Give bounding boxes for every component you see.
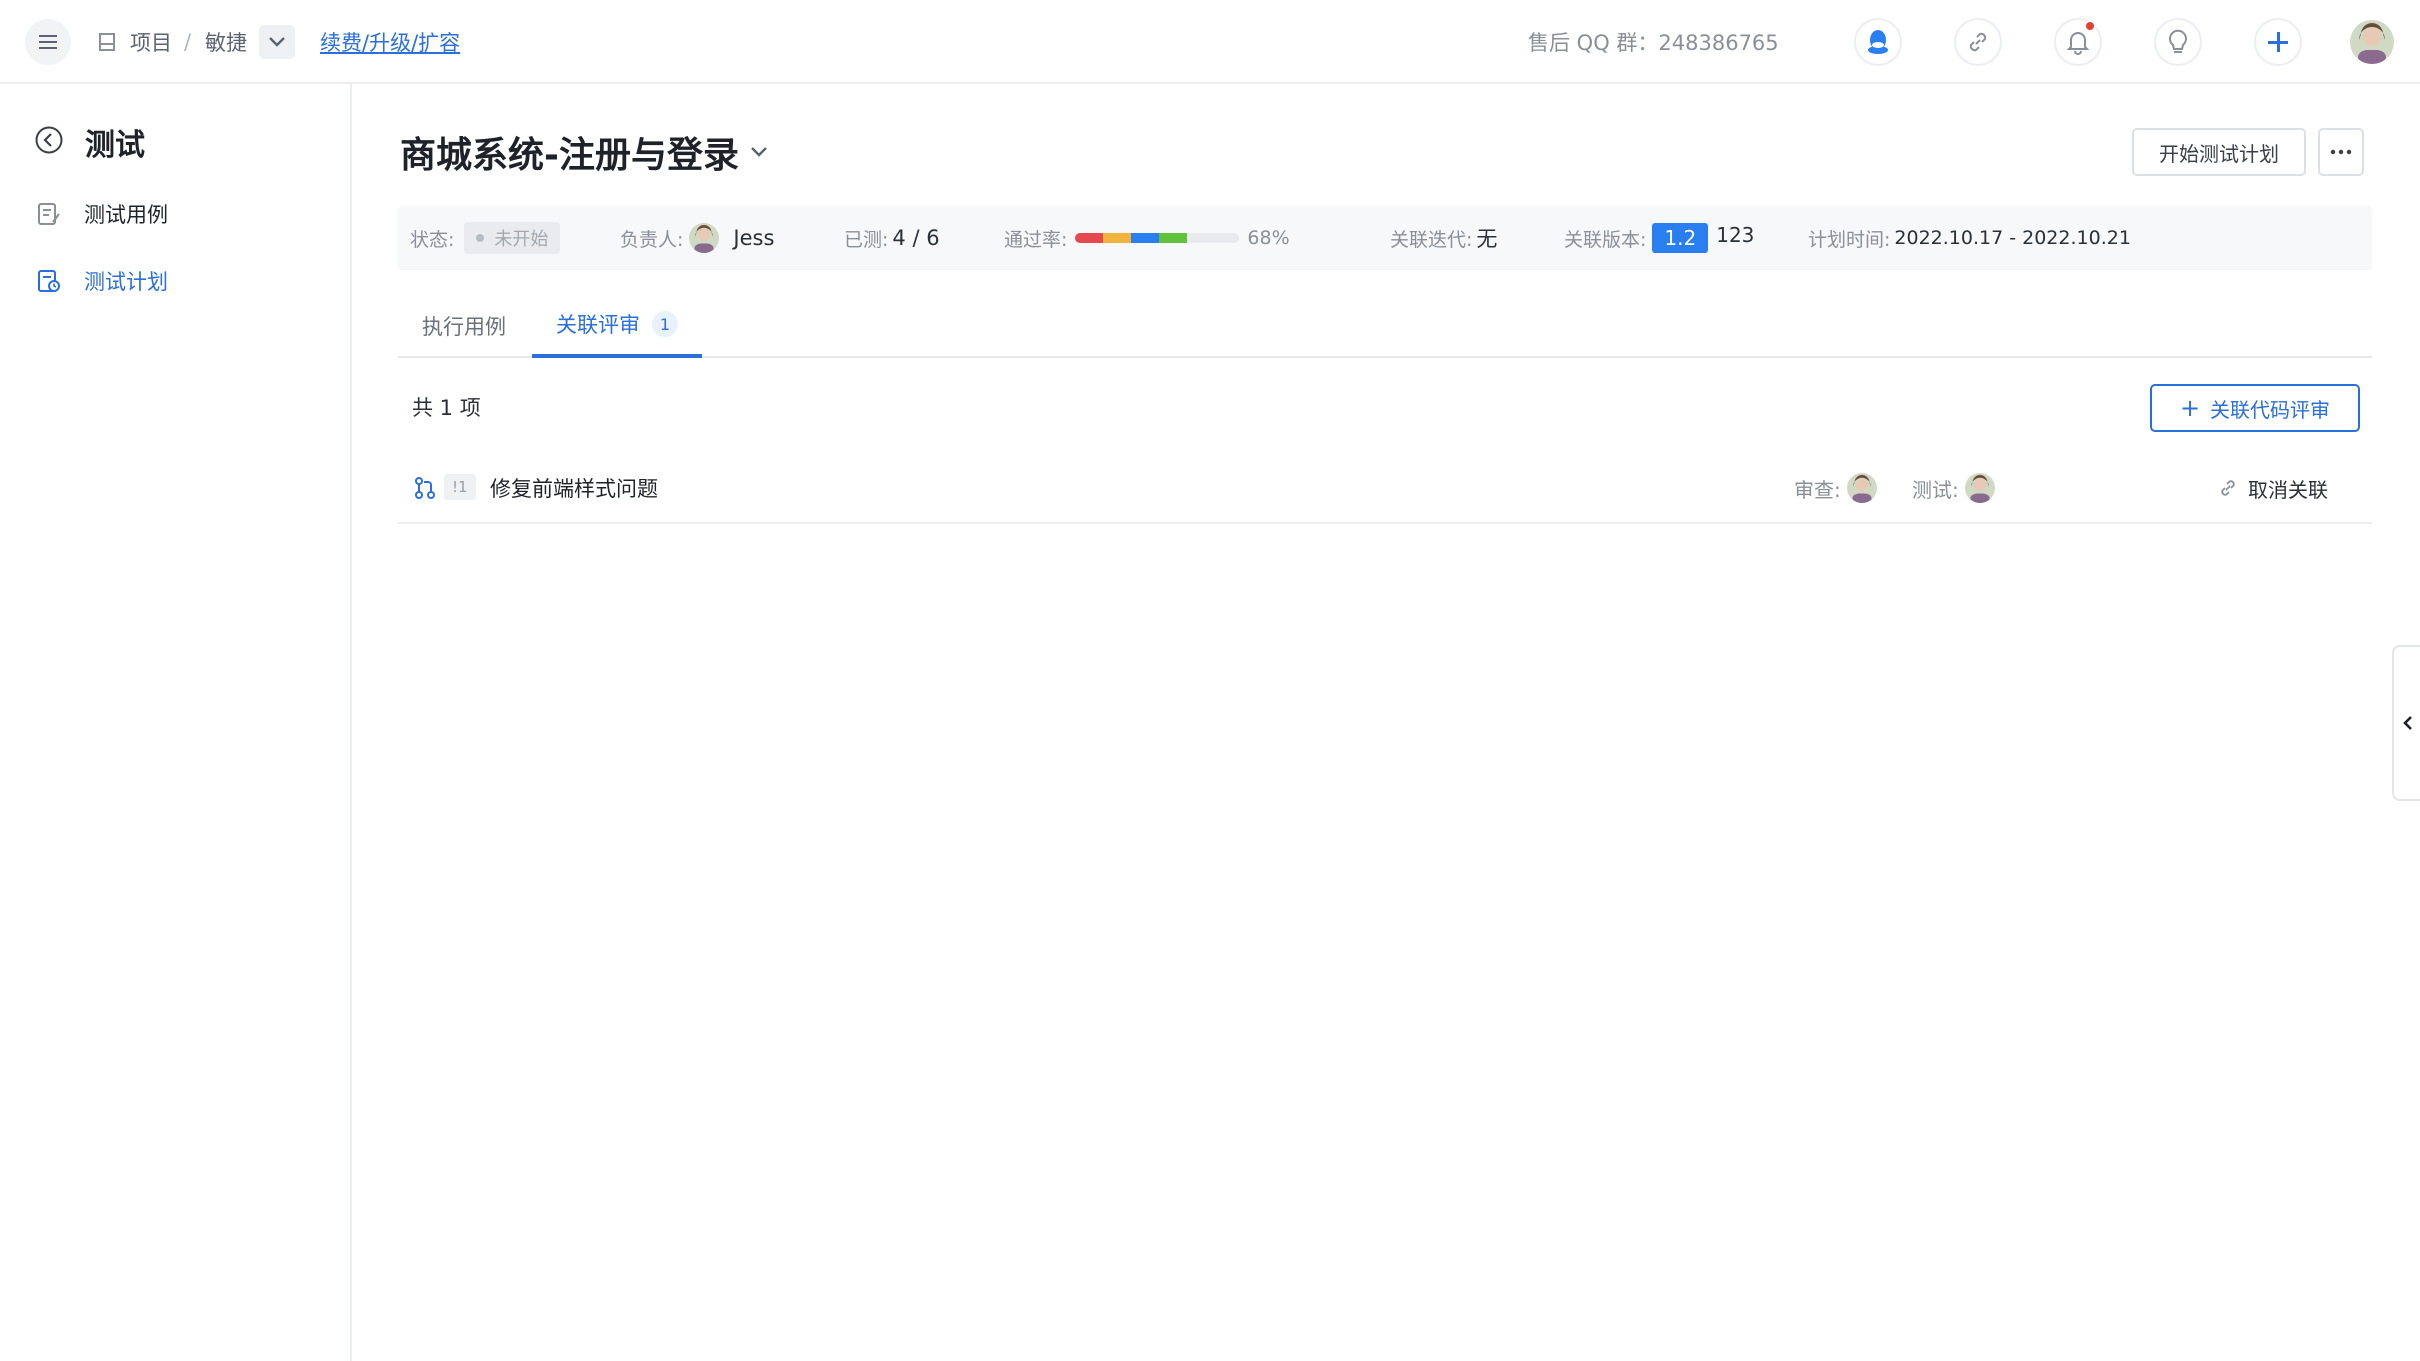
test-plan-icon [38, 270, 60, 292]
main-content: 商城系统-注册与登录 开始测试计划 状态: 未开始 负责人: Jess 已测: … [354, 84, 2420, 1361]
link-icon [1969, 32, 1987, 52]
status-field: 状态: 未开始 [410, 206, 561, 270]
project-switch-dropdown[interactable] [259, 25, 295, 59]
sidebar-title: 测试 [85, 128, 145, 163]
bell-icon [2066, 32, 2090, 55]
pass-seg-blue [1131, 233, 1160, 243]
plus-icon: + [2179, 394, 2201, 422]
breadcrumb-project[interactable]: 项目 [130, 0, 172, 84]
link-icon [2221, 480, 2235, 496]
plan-info-bar: 状态: 未开始 负责人: Jess 已测: 4 / 6 通过率: 68% 关联迭… [398, 206, 2372, 270]
reviewer-field: 审查: [1794, 452, 1887, 524]
plan-time-value[interactable]: 2022.10.17 - 2022.10.21 [1894, 227, 2131, 249]
status-dot [476, 234, 485, 242]
link-code-review-button[interactable]: + 关联代码评审 [2150, 384, 2360, 432]
start-test-plan-button[interactable]: 开始测试计划 [2132, 128, 2306, 176]
total-count: 共 1 项 [412, 396, 481, 420]
reviewer-label: 审查: [1794, 477, 1841, 502]
owner-avatar [689, 223, 720, 253]
qq-icon [1868, 30, 1888, 54]
support-qq-group: 售后 QQ 群：248386765 [1528, 31, 1779, 55]
plan-time-label: 计划时间: [1808, 228, 1891, 251]
iteration-field: 关联迭代: 无 [1390, 206, 1497, 270]
page-title: 商城系统-注册与登录 [400, 135, 739, 176]
ellipsis-icon [2330, 149, 2352, 155]
status-label: 状态: [410, 228, 455, 251]
pass-rate-fill [1075, 233, 1187, 243]
breadcrumb-separator: / [184, 30, 192, 54]
pass-seg-yellow [1103, 233, 1132, 243]
tips-button[interactable] [2154, 18, 2202, 66]
plan-title-switcher[interactable]: 商城系统-注册与登录 [400, 126, 769, 178]
tab-count-badge: 1 [652, 311, 678, 337]
top-bar: 项目 / 敏捷 续费/升级/扩容 售后 QQ 群：248386765 [0, 0, 2420, 84]
project-icon [97, 0, 117, 84]
back-button[interactable] [34, 125, 64, 155]
version-name: 123 [1716, 223, 1755, 247]
tab-bar: 执行用例 关联评审 1 [398, 294, 2372, 358]
reviewer-avatar [1846, 473, 1877, 503]
menu-button[interactable] [25, 19, 71, 65]
pass-rate-field: 通过率: 68% [1004, 206, 1290, 270]
tab-linked-reviews[interactable]: 关联评审 1 [532, 294, 702, 358]
menu-icon [39, 35, 57, 49]
tested-label: 已测: [844, 228, 889, 251]
pass-seg-red [1075, 233, 1104, 243]
tester-avatar [1964, 473, 1995, 503]
iteration-value[interactable]: 无 [1476, 223, 1497, 253]
chevron-down-icon [269, 37, 285, 47]
back-circle-icon [35, 126, 63, 154]
version-tag[interactable]: 1.2 [1652, 223, 1709, 253]
test-case-icon [38, 203, 60, 225]
sidebar-item-label: 测试计划 [84, 270, 168, 294]
link-button[interactable] [1954, 18, 2002, 66]
tested-value: 4 / 6 [892, 226, 940, 250]
chevron-left-icon [2403, 716, 2412, 730]
sidebar: 测试 测试用例 测试计划 [0, 84, 352, 1361]
sidebar-item-label: 测试用例 [84, 203, 168, 227]
merge-request-icon [415, 477, 435, 499]
pass-rate-label: 通过率: [1004, 228, 1068, 251]
tested-field: 已测: 4 / 6 [844, 206, 940, 270]
plus-icon [2268, 32, 2288, 52]
tester-field: 测试: [1912, 452, 2005, 524]
more-actions-button[interactable] [2318, 128, 2364, 176]
version-label: 关联版本: [1564, 228, 1647, 251]
notification-button[interactable] [2054, 18, 2102, 66]
plan-time-field: 计划时间: 2022.10.17 - 2022.10.21 [1808, 206, 2131, 270]
tab-label: 执行用例 [422, 315, 506, 339]
notification-dot [2084, 20, 2096, 32]
review-id: !1 [444, 474, 476, 500]
tab-execute-cases[interactable]: 执行用例 [398, 294, 530, 358]
lightbulb-icon [2169, 29, 2187, 53]
side-panel-toggle[interactable] [2392, 645, 2420, 801]
chevron-down-icon [751, 147, 767, 157]
status-badge[interactable]: 未开始 [464, 222, 561, 254]
review-title[interactable]: 修复前端样式问题 [490, 452, 658, 524]
unlink-button[interactable]: 取消关联 [2218, 452, 2328, 524]
user-avatar[interactable] [2350, 20, 2394, 64]
tester-label: 测试: [1912, 477, 1959, 502]
create-button[interactable] [2254, 18, 2302, 66]
pass-seg-green [1159, 233, 1187, 243]
owner-name[interactable]: Jess [733, 226, 774, 250]
sidebar-item-test-cases[interactable]: 测试用例 [36, 194, 168, 234]
sidebar-item-test-plans[interactable]: 测试计划 [36, 261, 168, 301]
link-code-review-label: 关联代码评审 [2210, 397, 2331, 422]
pass-rate-value: 68% [1247, 227, 1290, 249]
owner-field: 负责人: Jess [620, 206, 774, 270]
table-row[interactable]: !1 修复前端样式问题 审查: 测试: 取消关联 [398, 452, 2372, 524]
qq-button[interactable] [1854, 18, 1902, 66]
tab-label: 关联评审 [556, 313, 640, 337]
owner-label: 负责人: [620, 228, 684, 251]
breadcrumb-current[interactable]: 敏捷 [205, 0, 247, 84]
status-value: 未开始 [494, 229, 549, 250]
renew-upgrade-link[interactable]: 续费/升级/扩容 [320, 0, 460, 84]
version-field: 关联版本: 1.2 123 [1564, 206, 1754, 270]
unlink-label: 取消关联 [2248, 477, 2328, 502]
pass-rate-bar [1075, 233, 1240, 243]
iteration-label: 关联迭代: [1390, 228, 1473, 251]
